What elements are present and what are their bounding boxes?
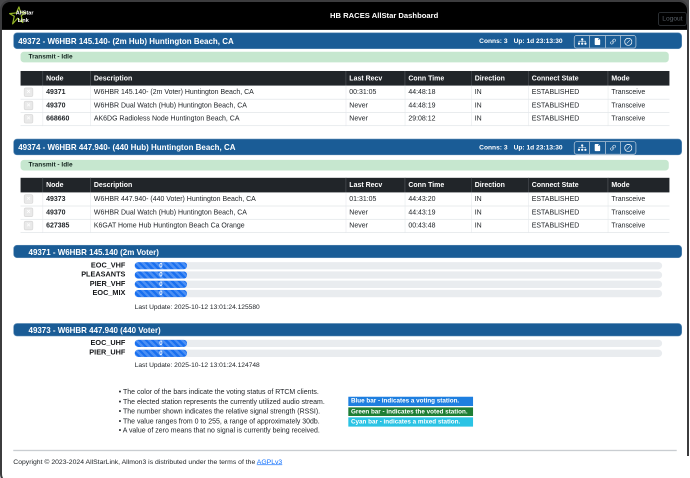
svg-text:AllStar: AllStar bbox=[16, 10, 34, 16]
svg-text:Link: Link bbox=[18, 18, 30, 24]
